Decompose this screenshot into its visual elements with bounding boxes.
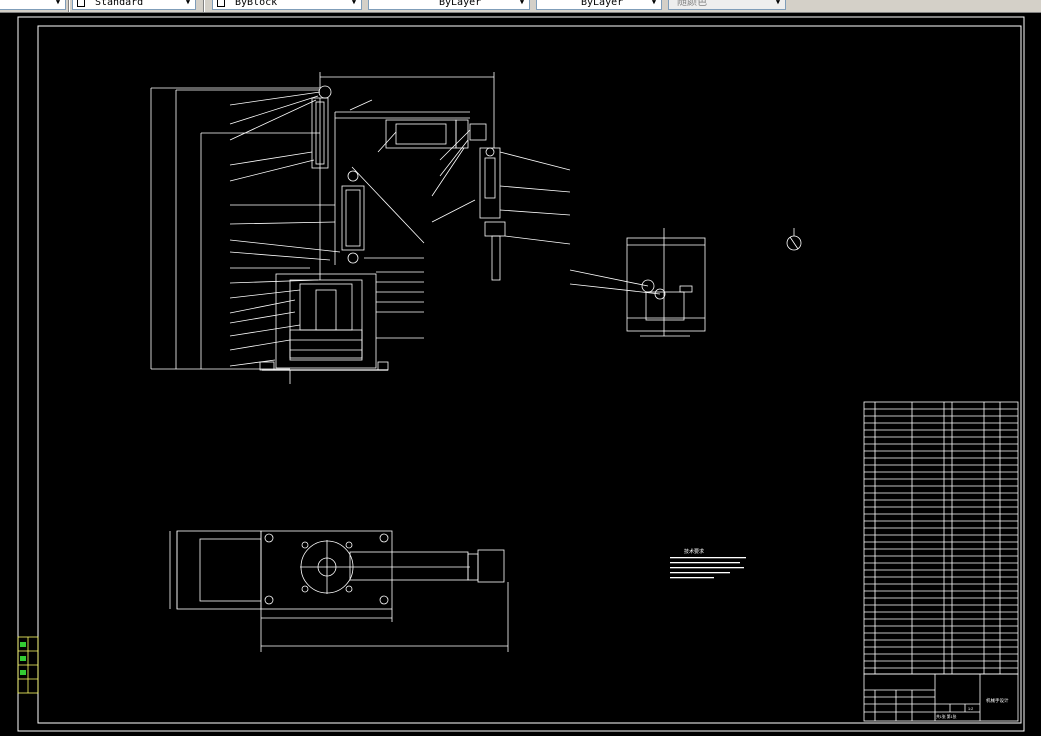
- chevron-down-icon: ▼: [651, 0, 657, 6]
- lineweight-dropdown[interactable]: ByLayer ▼: [536, 0, 662, 10]
- inner-frame: [37, 25, 1022, 724]
- chevron-down-icon: ▼: [519, 0, 525, 6]
- text-style-icon: [77, 0, 85, 7]
- title-block: 机械手设计 共1张 第1张 1:2: [863, 673, 1019, 722]
- properties-toolbar: ▼ Standard ▼ ByBlock ▼ ByLayer ▼ ByLayer…: [0, 0, 1041, 13]
- color-swatch-icon: [217, 0, 225, 7]
- color-value: ByBlock: [235, 0, 278, 8]
- sheet-info: 共1张 第1张: [936, 714, 957, 719]
- drawing-title: 机械手设计: [986, 697, 1009, 704]
- plan-view: [169, 530, 509, 652]
- side-section-view: [569, 228, 706, 337]
- plot-style-dropdown[interactable]: 随颜色 ▼: [668, 0, 786, 10]
- scale-value: 1:2: [968, 707, 973, 711]
- linetype-dropdown[interactable]: ByLayer ▼: [368, 0, 530, 10]
- plot-style-value: 随颜色: [677, 0, 707, 8]
- outer-frame: [17, 16, 1025, 732]
- linetype-value: ByLayer: [439, 0, 482, 8]
- layer-dropdown[interactable]: ▼: [0, 0, 66, 10]
- drawing-canvas[interactable]: 技术要求 机械手设计 共1张 第1张 1:2: [0, 13, 1041, 736]
- front-view: [150, 72, 571, 384]
- text-style-dropdown[interactable]: Standard ▼: [72, 0, 196, 10]
- lineweight-value: ByLayer: [581, 0, 624, 8]
- text-style-value: Standard: [95, 0, 144, 8]
- chevron-down-icon: ▼: [351, 0, 357, 6]
- technical-requirements-title: 技术要求: [684, 548, 704, 555]
- parts-list: [863, 401, 1019, 675]
- chevron-down-icon: ▼: [775, 0, 781, 6]
- color-dropdown[interactable]: ByBlock ▼: [212, 0, 362, 10]
- technical-notes: 技术要求: [670, 548, 746, 579]
- binding-strip: [17, 636, 39, 694]
- chevron-down-icon: ▼: [185, 0, 191, 6]
- chevron-down-icon: ▼: [55, 0, 61, 6]
- roughness-symbol: [786, 228, 802, 251]
